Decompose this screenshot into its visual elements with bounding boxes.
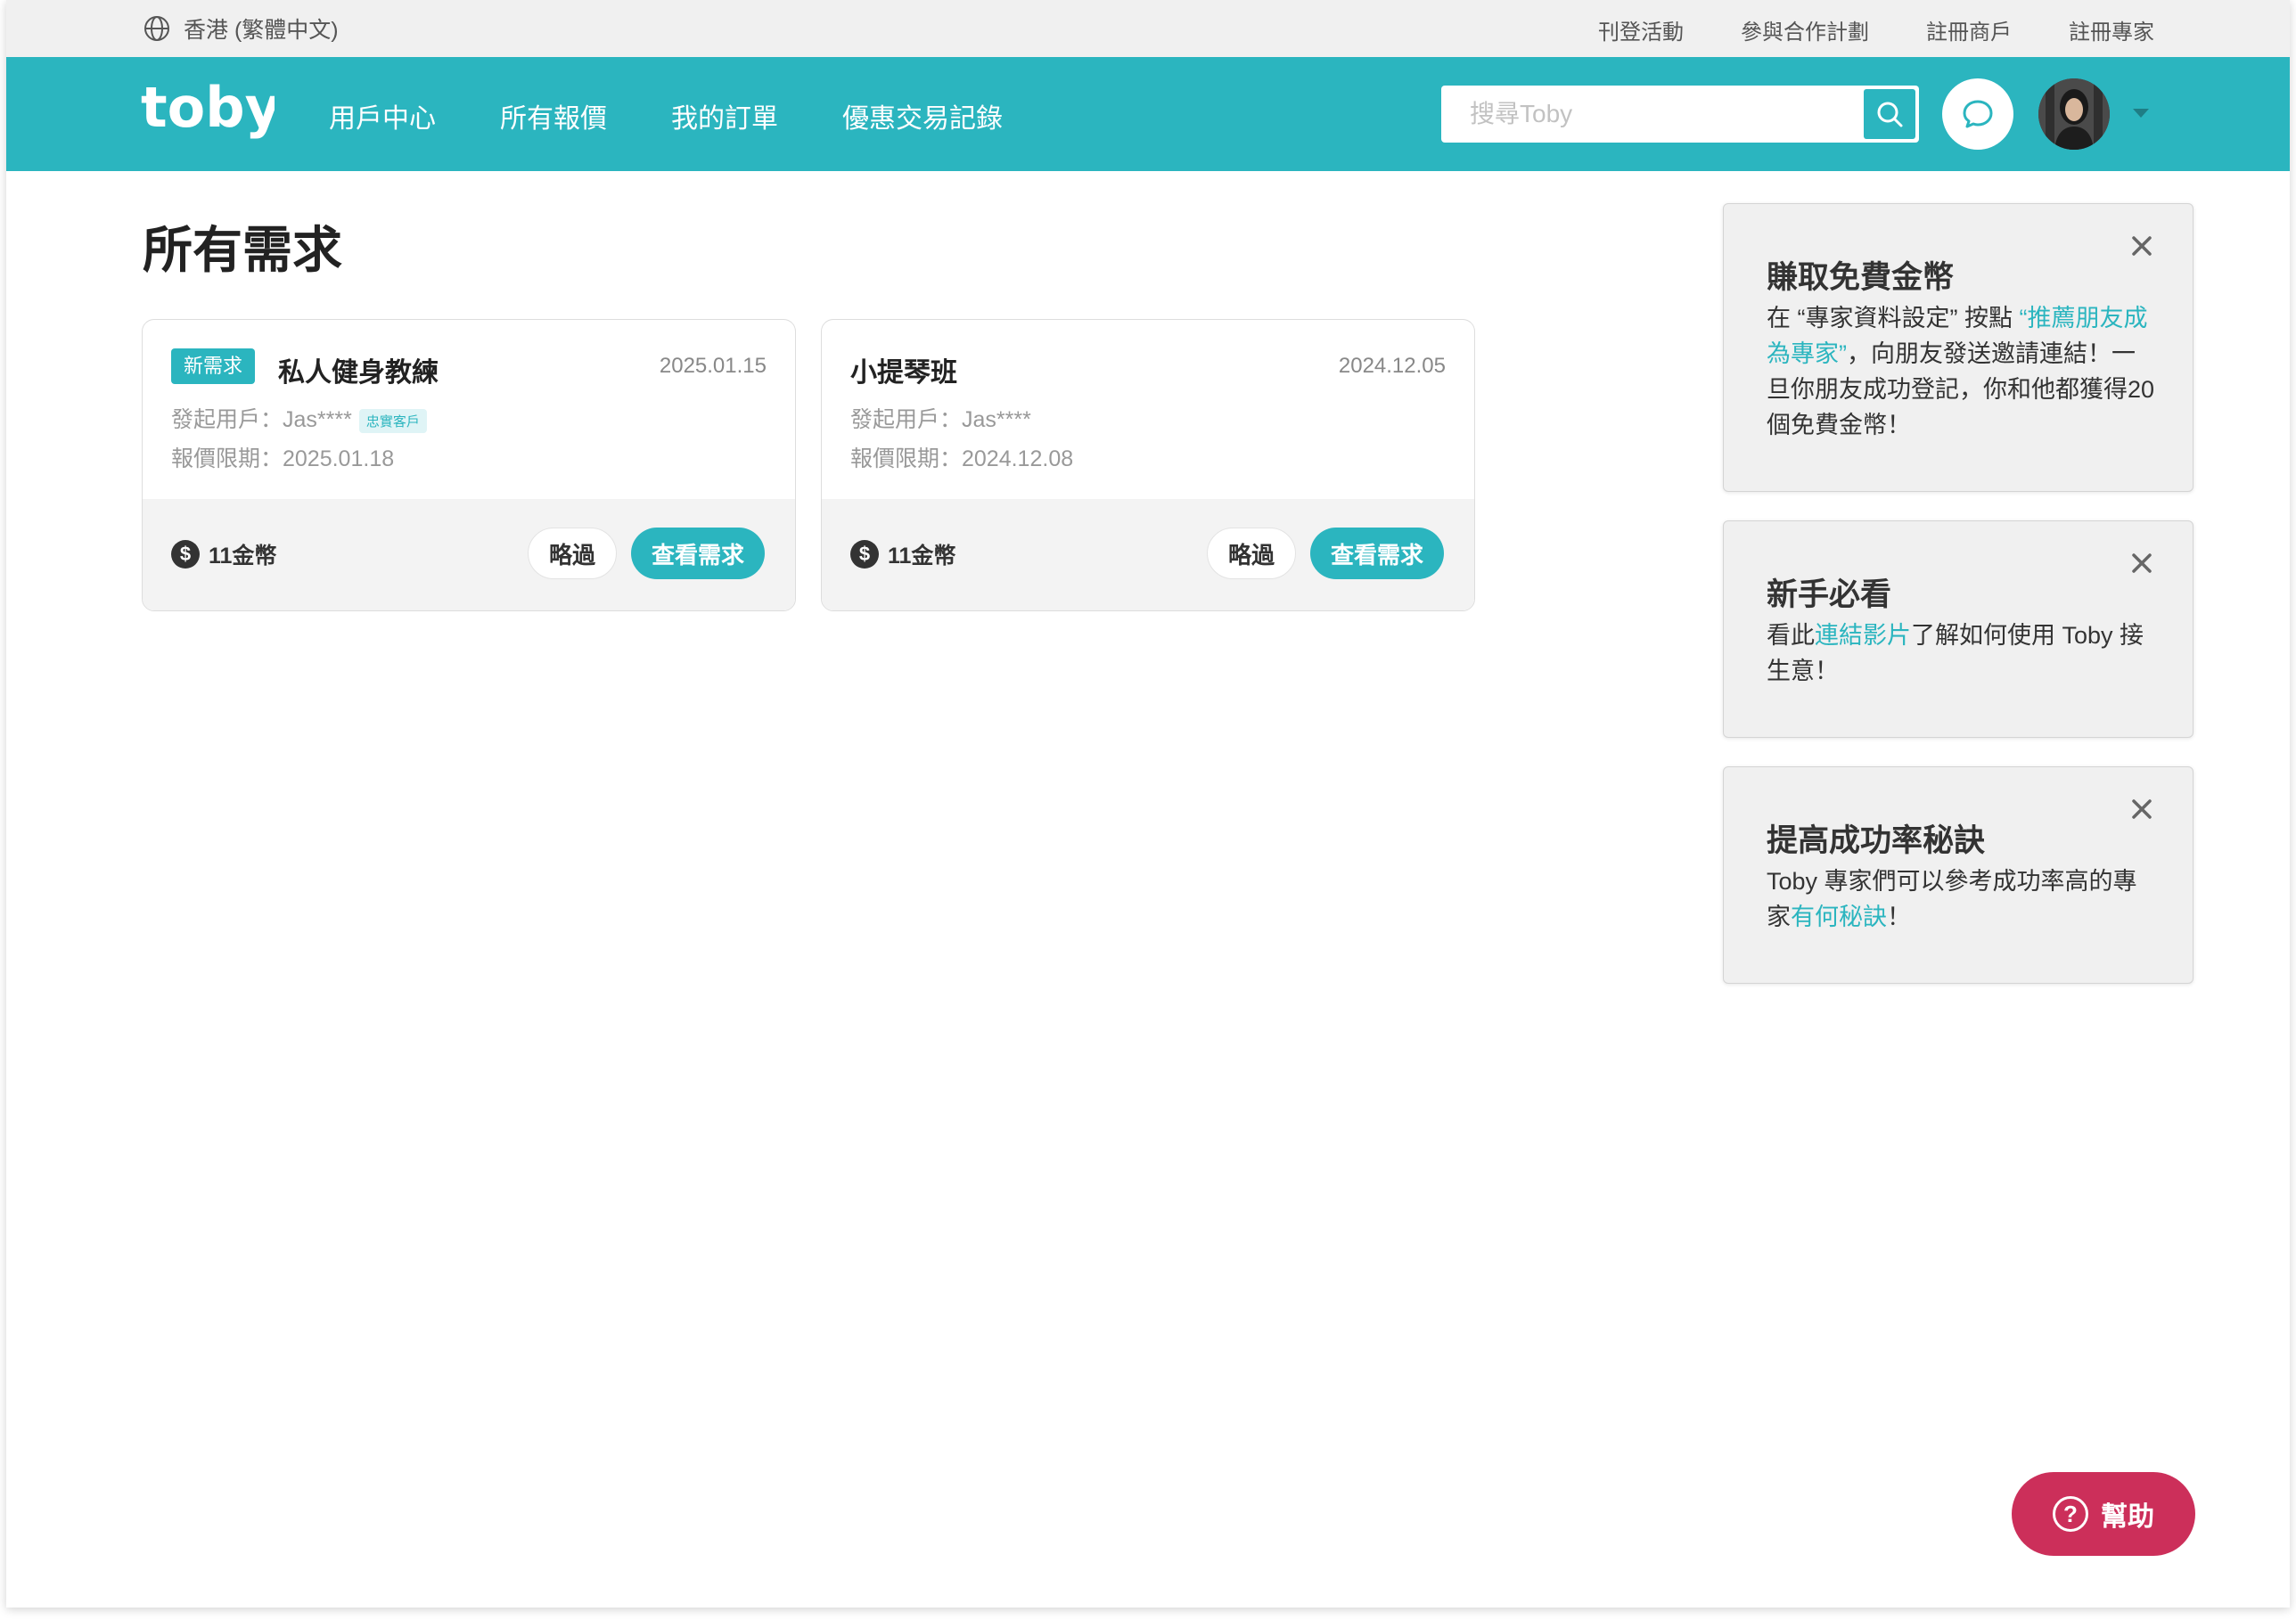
- secrets-link[interactable]: 有何秘訣: [1791, 904, 1887, 930]
- browser-page: 香港 (繁體中文) 刊登活動 參與合作計劃 註冊商戶 註冊專家 toby 用戶中…: [6, 0, 2290, 1608]
- coin-cost-label: 11金幣: [888, 544, 956, 569]
- nav-all-quotes[interactable]: 所有報價: [500, 96, 607, 135]
- tip-body: 看此連結影片了解如何使用 Toby 接生意！: [1767, 618, 2155, 689]
- post-event-link[interactable]: 刊登活動: [1598, 14, 1684, 45]
- globe-icon: [144, 16, 169, 41]
- search-input[interactable]: [1441, 86, 1851, 143]
- request-card: 新需求 私人健身教練 2025.01.15 發起用戶：Jas**** 忠實客戶 報…: [142, 319, 796, 611]
- page-title: 所有需求: [143, 222, 342, 278]
- register-expert-link[interactable]: 註冊專家: [2069, 14, 2154, 45]
- nav-user-center[interactable]: 用戶中心: [329, 96, 436, 135]
- card-header: 新需求 私人健身教練 2025.01.15 發起用戶：Jas**** 忠實客戶 報…: [143, 320, 795, 501]
- request-title[interactable]: 小提琴班: [850, 350, 957, 389]
- main-navbar: toby 用戶中心 所有報價 我的訂單 優惠交易記錄: [6, 57, 2290, 171]
- loyal-customer-tag: 忠實客戶: [358, 408, 427, 433]
- requester-line: 發起用戶：Jas****: [850, 402, 1031, 434]
- coin-cost: $ 11金幣: [850, 538, 955, 570]
- view-request-button[interactable]: 查看需求: [1310, 528, 1444, 579]
- requester-label: 發起用戶：Jas****: [171, 407, 352, 432]
- tip-text: 看此: [1767, 622, 1815, 649]
- new-request-badge: 新需求: [171, 348, 256, 384]
- partner-program-link[interactable]: 參與合作計劃: [1741, 14, 1869, 45]
- view-request-button[interactable]: 查看需求: [631, 528, 765, 579]
- card-footer: $ 11金幣 略過 查看需求: [822, 499, 1474, 610]
- user-avatar[interactable]: [2038, 78, 2110, 150]
- video-link[interactable]: 連結影片: [1815, 622, 1911, 649]
- request-date: 2024.12.05: [1338, 354, 1446, 378]
- help-label: 幫助: [2101, 1502, 2154, 1532]
- avatar-photo: [2038, 78, 2110, 150]
- card-footer: $ 11金幣 略過 查看需求: [143, 499, 795, 610]
- register-merchant-link[interactable]: 註冊商戶: [1926, 14, 2012, 45]
- requester-label: 發起用戶：Jas****: [850, 407, 1031, 432]
- tip-body: 在 “專家資料設定” 按點 “推薦朋友成為專家”，向朋友發送邀請連結！一旦你朋友…: [1767, 300, 2155, 443]
- tip-text: 在 “專家資料設定” 按點: [1767, 305, 2020, 331]
- locale-label: 香港 (繁體中文): [184, 18, 339, 43]
- dollar-coin-icon: $: [171, 540, 200, 569]
- toby-logo[interactable]: toby: [141, 78, 275, 150]
- close-icon[interactable]: [2127, 548, 2157, 578]
- tip-title: 提高成功率秘訣: [1767, 823, 1986, 858]
- coin-cost-label: 11金幣: [209, 544, 277, 569]
- request-date: 2025.01.15: [659, 354, 767, 378]
- tip-beginner-guide: 新手必看 看此連結影片了解如何使用 Toby 接生意！: [1723, 520, 2194, 738]
- tip-title: 賺取免費金幣: [1767, 260, 1955, 295]
- nav-my-orders[interactable]: 我的訂單: [671, 96, 778, 135]
- top-links: 刊登活動 參與合作計劃 註冊商戶 註冊專家: [1598, 14, 2154, 45]
- requester-line: 發起用戶：Jas**** 忠實客戶: [171, 402, 427, 434]
- close-icon[interactable]: [2127, 231, 2157, 261]
- search-button[interactable]: [1864, 89, 1915, 139]
- tip-title: 新手必看: [1767, 577, 1892, 612]
- card-header: 小提琴班 2024.12.05 發起用戶：Jas**** 報價限期：2024.1…: [822, 320, 1474, 501]
- nav-links: 用戶中心 所有報價 我的訂單 優惠交易記錄: [329, 96, 1003, 135]
- nav-deal-records[interactable]: 優惠交易記錄: [842, 96, 1003, 135]
- close-icon[interactable]: [2127, 794, 2157, 824]
- tip-text: ！: [1887, 904, 1911, 930]
- chat-button[interactable]: [1942, 78, 2013, 150]
- skip-button[interactable]: 略過: [1207, 528, 1296, 579]
- locale-selector[interactable]: 香港 (繁體中文): [143, 14, 339, 43]
- quote-deadline: 報價限期：2024.12.08: [850, 446, 1074, 471]
- tip-success-secrets: 提高成功率秘訣 Toby 專家們可以參考成功率高的專家有何秘訣！: [1723, 766, 2194, 984]
- skip-button[interactable]: 略過: [528, 528, 617, 579]
- search-box: [1441, 86, 1919, 143]
- quote-deadline: 報價限期：2025.01.18: [171, 446, 395, 471]
- dollar-coin-icon: $: [850, 540, 879, 569]
- top-utility-bar: 香港 (繁體中文) 刊登活動 參與合作計劃 註冊商戶 註冊專家: [6, 0, 2290, 57]
- search-icon: [1877, 102, 1903, 127]
- tip-body: Toby 專家們可以參考成功率高的專家有何秘訣！: [1767, 863, 2155, 935]
- chat-bubble-icon: [1963, 100, 1993, 128]
- help-button[interactable]: ? 幫助: [2012, 1472, 2195, 1556]
- coin-cost: $ 11金幣: [171, 538, 276, 570]
- request-card: 小提琴班 2024.12.05 發起用戶：Jas**** 報價限期：2024.1…: [821, 319, 1475, 611]
- tip-earn-coins: 賺取免費金幣 在 “專家資料設定” 按點 “推薦朋友成為專家”，向朋友發送邀請連…: [1723, 203, 2194, 492]
- question-mark-icon: ?: [2053, 1496, 2088, 1532]
- request-title[interactable]: 私人健身教練: [278, 350, 439, 389]
- account-dropdown-caret[interactable]: [2133, 109, 2149, 118]
- svg-text:toby: toby: [141, 78, 275, 140]
